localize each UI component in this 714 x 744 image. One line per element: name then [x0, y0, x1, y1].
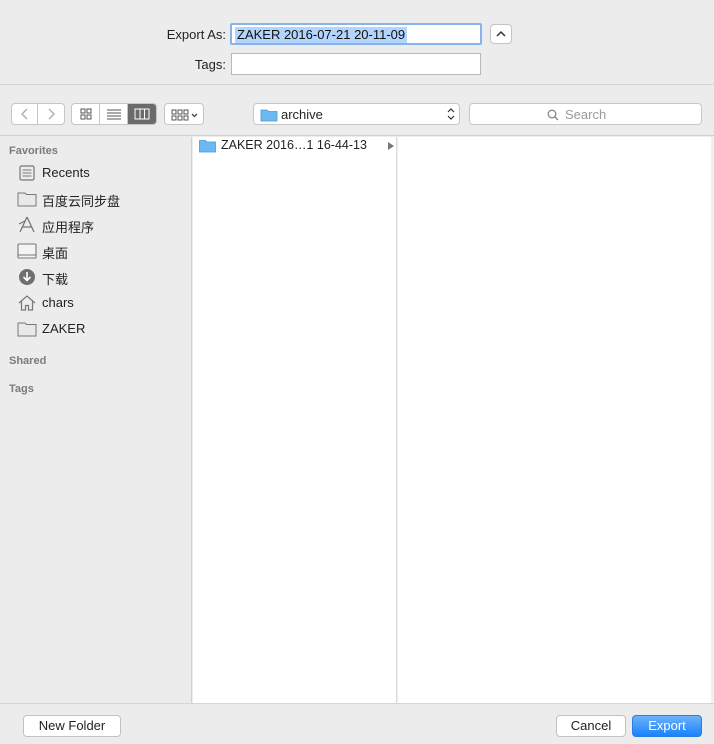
- sidebar-item-desktop[interactable]: 桌面: [17, 240, 187, 262]
- sidebar-item-label: Recents: [42, 165, 90, 180]
- bottom-bar: New Folder Cancel Export: [0, 703, 714, 744]
- tags-input[interactable]: [231, 53, 481, 75]
- forward-button[interactable]: [38, 104, 64, 124]
- list-view-button[interactable]: [100, 104, 128, 124]
- view-mode-control: [71, 103, 157, 125]
- sidebar-item-baidu[interactable]: 百度云同步盘: [17, 188, 187, 210]
- icon-view-icon: [80, 108, 91, 120]
- arrange-button[interactable]: [164, 103, 204, 125]
- search-placeholder: Search: [565, 107, 607, 122]
- export-as-label: Export As:: [166, 27, 226, 42]
- desktop-icon: [17, 243, 37, 259]
- sidebar-item-label: ZAKER: [42, 321, 86, 336]
- chevron-left-icon: [20, 108, 28, 120]
- disclosure-triangle-icon: [388, 142, 394, 150]
- tags-label: Tags:: [194, 57, 226, 72]
- recents-icon: [19, 165, 35, 181]
- browser-column-1[interactable]: ZAKER 2016…1 16-44-13: [193, 137, 397, 703]
- search-icon: [547, 109, 559, 121]
- chevron-up-icon: [496, 30, 506, 37]
- column-view-button[interactable]: [128, 104, 156, 124]
- list-item[interactable]: ZAKER 2016…1 16-44-13: [193, 137, 397, 155]
- folder-icon: [17, 322, 37, 337]
- search-field[interactable]: Search: [469, 103, 702, 125]
- file-name: ZAKER 2016…1 16-44-13: [221, 138, 367, 152]
- sidebar-item-label: 下载: [42, 272, 69, 287]
- sidebar-item-zaker[interactable]: ZAKER: [17, 318, 187, 340]
- folder-icon: [260, 109, 278, 122]
- sidebar-item-label: 桌面: [42, 246, 69, 261]
- folder-icon: [17, 192, 37, 207]
- location-popup[interactable]: archive: [253, 103, 460, 125]
- applications-icon: [18, 216, 35, 233]
- back-forward-control: [11, 103, 65, 125]
- column-view-icon: [134, 108, 150, 120]
- downloads-icon: [19, 269, 35, 285]
- location-label: archive: [281, 107, 323, 122]
- toolbar: archive Search: [0, 86, 714, 136]
- shared-header: Shared: [9, 355, 47, 367]
- sidebar-item-applications[interactable]: 应用程序: [17, 214, 187, 236]
- sidebar-item-label: 应用程序: [42, 220, 95, 235]
- favorites-header: Favorites: [9, 145, 58, 157]
- home-icon: [18, 295, 36, 311]
- sidebar-item-label: 百度云同步盘: [42, 194, 121, 209]
- icon-view-button[interactable]: [72, 104, 100, 124]
- collapse-dialog-button[interactable]: [490, 24, 512, 44]
- sidebar-item-home[interactable]: chars: [17, 292, 187, 314]
- sidebar-item-label: chars: [42, 295, 74, 310]
- save-form: Export As: ZAKER 2016-07-21 20-11-09 Tag…: [0, 0, 714, 85]
- export-button[interactable]: Export: [632, 715, 702, 737]
- sidebar-item-recents[interactable]: Recents: [17, 162, 187, 184]
- export-as-value[interactable]: ZAKER 2016-07-21 20-11-09: [235, 27, 408, 43]
- sidebar: Favorites Recents 百度云同步盘 应用程序 桌面 下载 char…: [0, 137, 192, 703]
- cancel-button[interactable]: Cancel: [556, 715, 626, 737]
- new-folder-button[interactable]: New Folder: [23, 715, 121, 737]
- export-as-input[interactable]: ZAKER 2016-07-21 20-11-09: [230, 23, 482, 45]
- arrange-icon: [171, 109, 198, 121]
- folder-icon: [199, 140, 216, 153]
- list-view-icon: [106, 109, 121, 120]
- chevron-right-icon: [48, 108, 55, 120]
- sidebar-item-downloads[interactable]: 下载: [17, 266, 187, 288]
- browser-column-2[interactable]: [398, 137, 711, 703]
- up-down-chevron-icon: [447, 108, 455, 120]
- back-button[interactable]: [12, 104, 38, 124]
- tags-header: Tags: [9, 383, 34, 395]
